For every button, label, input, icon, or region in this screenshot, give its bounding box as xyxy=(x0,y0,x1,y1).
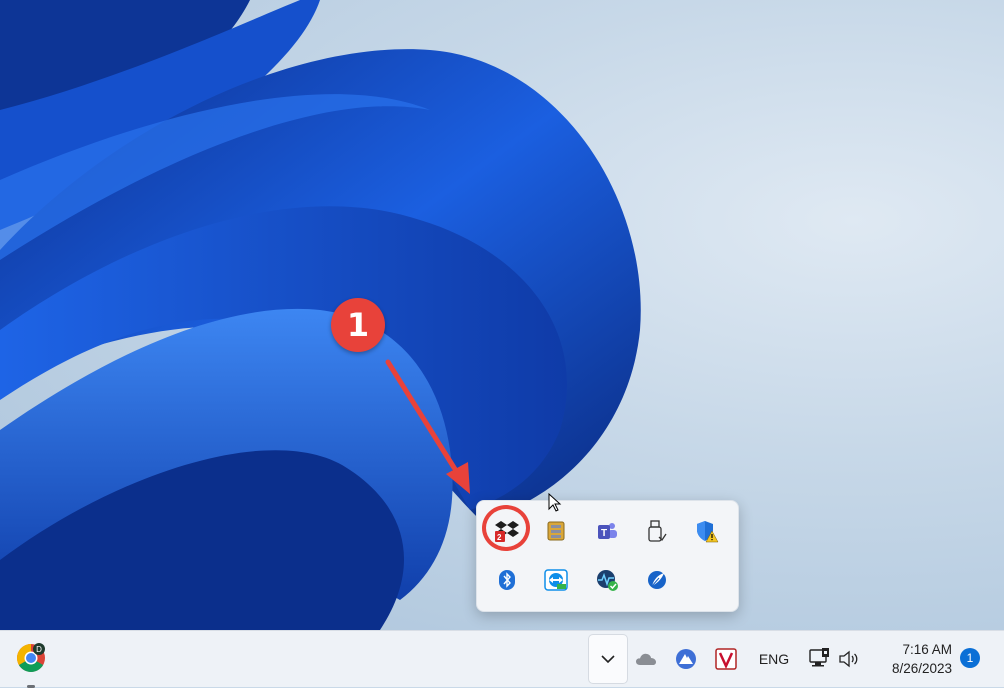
taskbar: D ENG 7:16 AM 8/26/2023 1 xyxy=(0,630,1004,688)
vpn-mountain-icon xyxy=(676,649,696,669)
highlight-ring xyxy=(482,505,530,551)
input-language-indicator[interactable]: ENG xyxy=(752,647,796,671)
tray-icon-v-app[interactable] xyxy=(712,645,740,673)
network-monitor-icon xyxy=(597,570,618,591)
app-feather-icon xyxy=(648,571,666,589)
tray-icon-network-monitor[interactable] xyxy=(591,564,623,596)
tray-icon-feather-app[interactable] xyxy=(641,564,673,596)
clock-time: 7:16 AM xyxy=(902,642,952,657)
usb-drive-icon xyxy=(648,520,667,542)
network-status-button[interactable] xyxy=(806,645,832,673)
tray-icon-security[interactable] xyxy=(691,515,723,547)
tray-icon-teams[interactable]: T xyxy=(591,515,623,547)
teams-icon: T xyxy=(598,523,617,539)
mouse-cursor-icon xyxy=(548,493,562,512)
tray-icon-archive[interactable] xyxy=(540,515,572,547)
callout-step-badge: 1 xyxy=(331,298,385,352)
chevron-down-icon xyxy=(601,655,615,664)
clock-date: 8/26/2023 xyxy=(891,661,952,676)
clock-button[interactable]: 7:16 AM 8/26/2023 xyxy=(868,637,952,681)
onedrive-cloud-icon xyxy=(636,653,656,665)
tray-icon-onedrive[interactable] xyxy=(632,645,660,673)
teamviewer-icon xyxy=(544,569,568,591)
volume-button[interactable] xyxy=(836,645,862,673)
tray-icon-bluetooth[interactable] xyxy=(491,564,523,596)
notification-center-badge[interactable]: 1 xyxy=(960,648,980,668)
speaker-icon xyxy=(839,650,858,668)
chrome-taskbar-button[interactable]: D xyxy=(12,639,50,688)
tray-icon-teamviewer[interactable] xyxy=(540,564,572,596)
archive-icon xyxy=(547,521,565,541)
tray-icon-vpn[interactable] xyxy=(672,645,700,673)
tray-icon-usb[interactable] xyxy=(641,515,673,547)
chrome-profile-letter: D xyxy=(36,645,42,654)
svg-text:T: T xyxy=(601,528,607,539)
chrome-icon: D xyxy=(17,643,45,672)
v-app-icon xyxy=(715,648,737,670)
show-hidden-icons-button[interactable] xyxy=(588,634,628,684)
wired-network-icon xyxy=(809,648,829,667)
bluetooth-icon xyxy=(499,570,515,590)
windows-security-icon xyxy=(697,521,719,543)
